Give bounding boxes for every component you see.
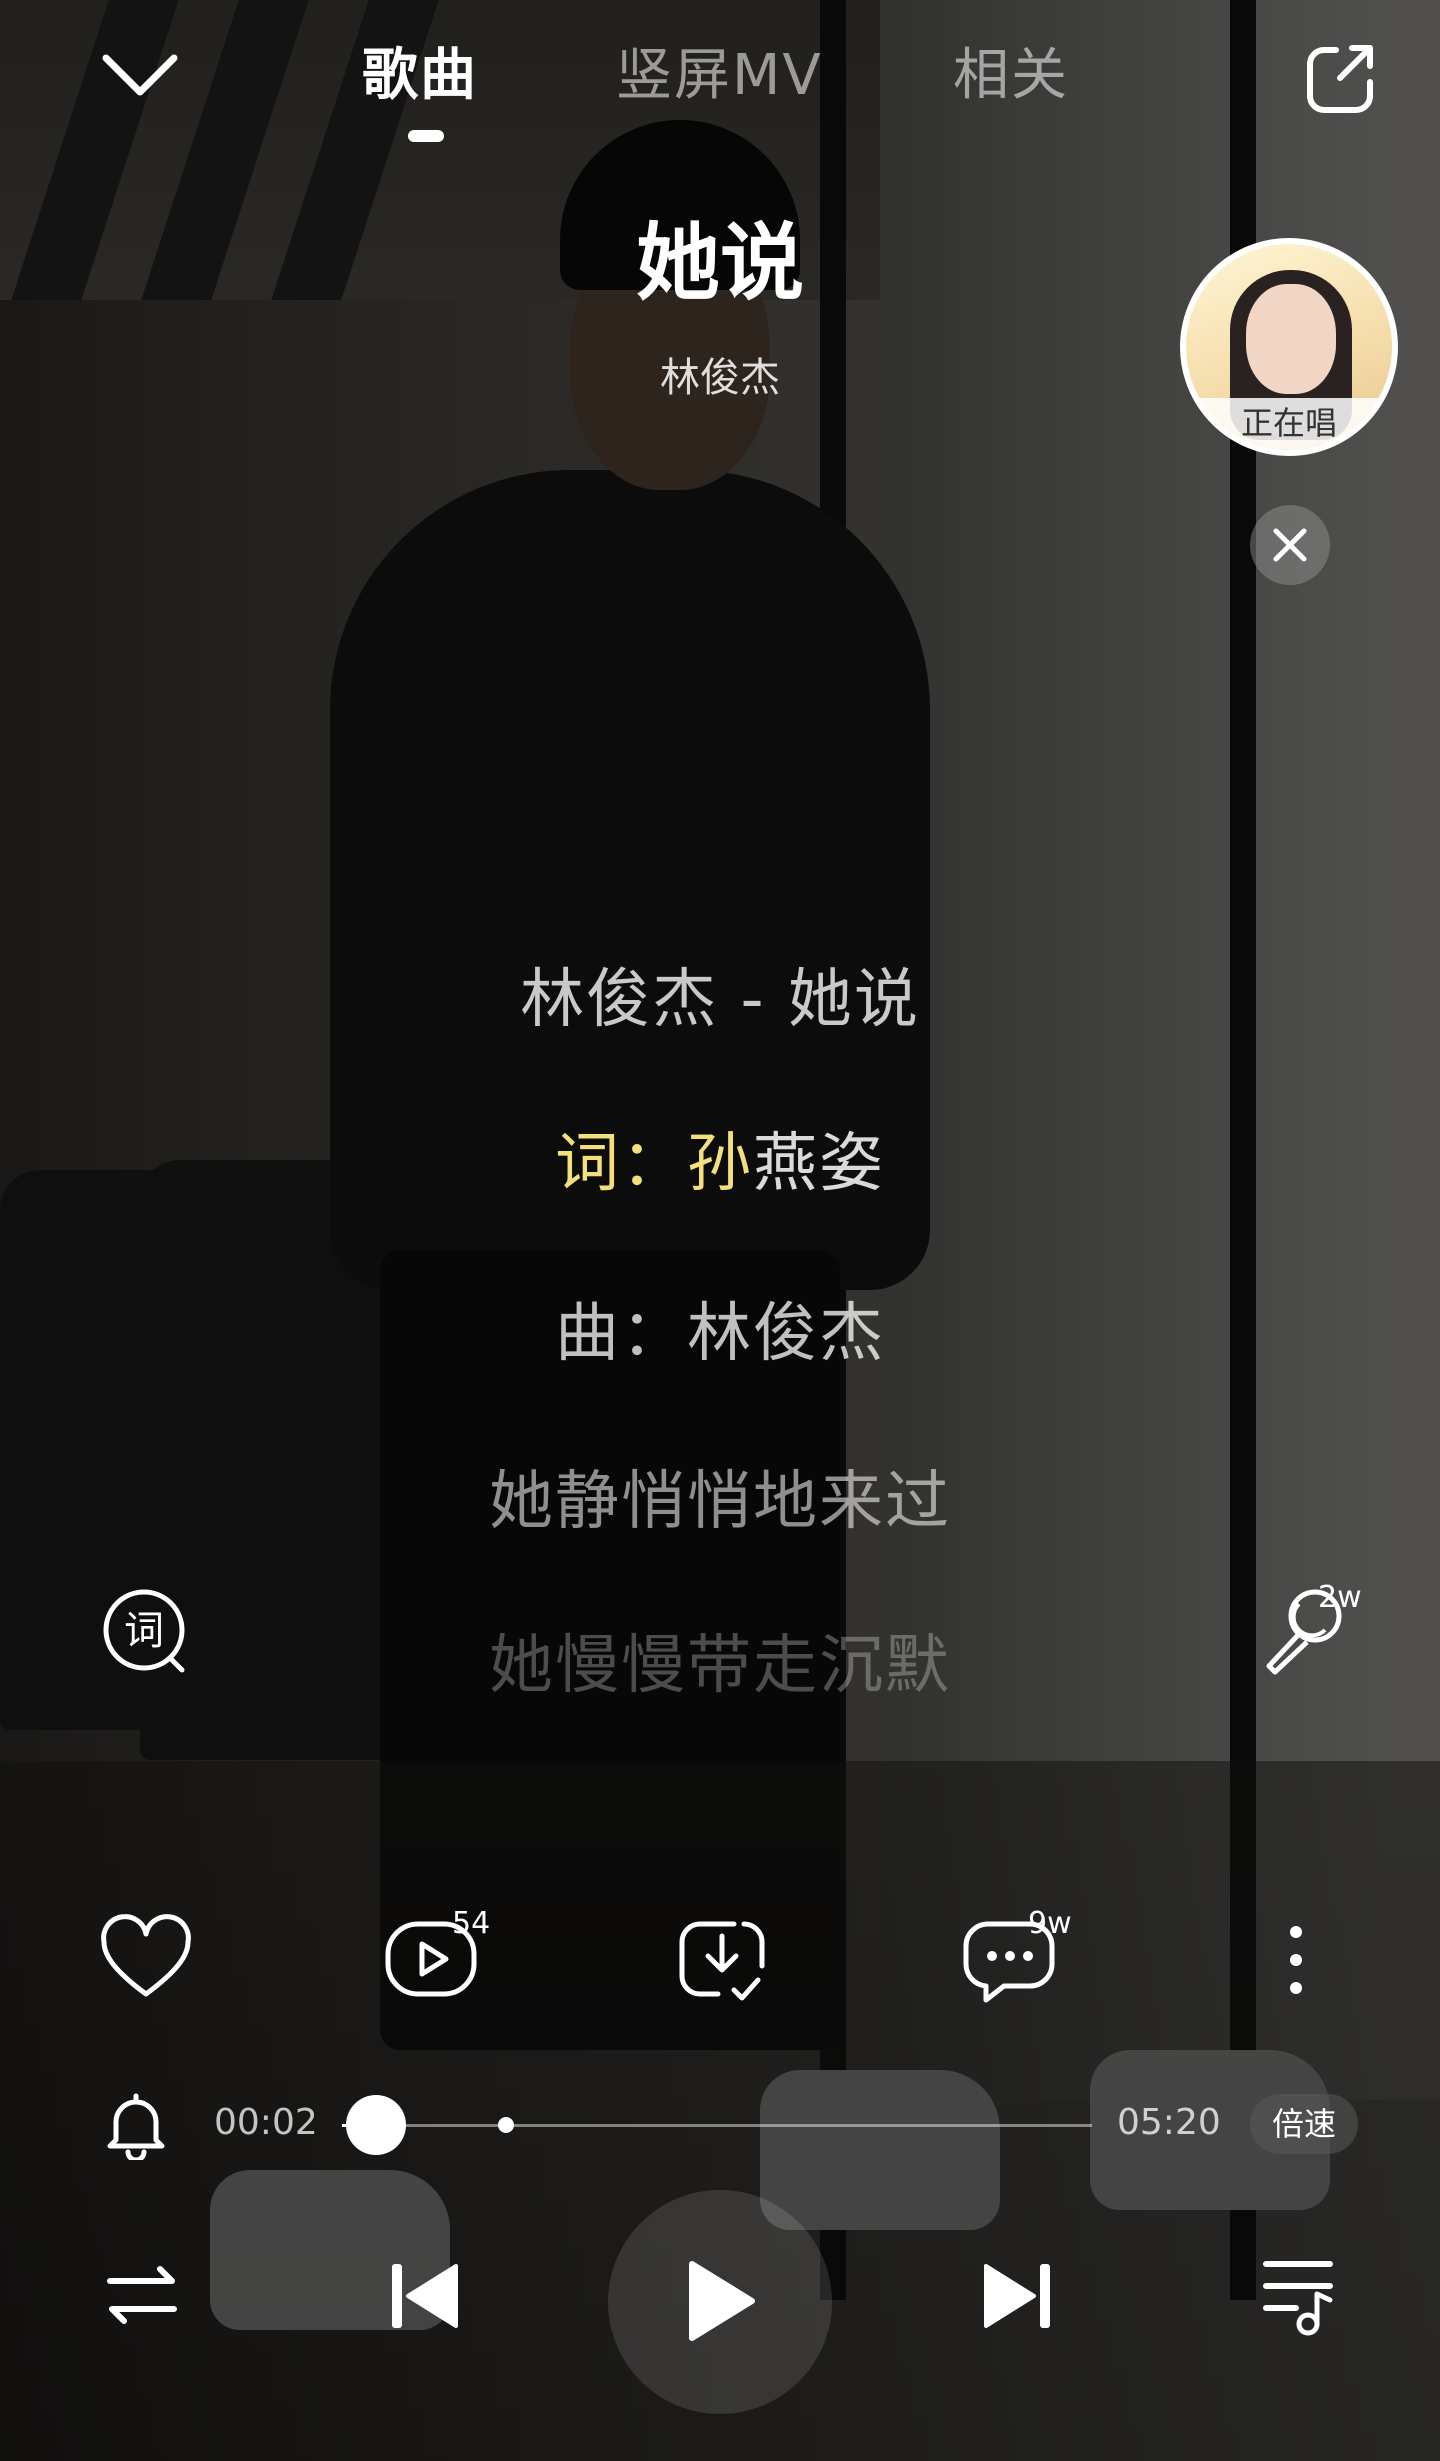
previous-icon[interactable] (384, 2256, 464, 2336)
tab-vertical-mv[interactable]: 竖屏MV (616, 30, 823, 111)
total-time: 05:20 (1117, 2102, 1221, 2143)
lyric-line: 曲：林俊杰 (555, 1297, 885, 1371)
shuffle-icon[interactable] (104, 2255, 180, 2335)
download-icon[interactable] (672, 1910, 772, 2010)
lyrics-icon[interactable]: 词 (100, 1586, 190, 1676)
mic-count: 2w (1318, 1580, 1362, 1615)
bell-icon[interactable] (106, 2090, 166, 2160)
playlist-icon[interactable] (1260, 2254, 1340, 2338)
speed-button[interactable]: 倍速 (1250, 2094, 1358, 2154)
lyric-line: 她慢慢带走沉默 (489, 1629, 951, 1703)
progress-knob[interactable] (346, 2095, 406, 2155)
play-icon[interactable] (680, 2256, 760, 2346)
tab-related[interactable]: 相关 (953, 30, 1069, 111)
share-icon[interactable] (1300, 38, 1380, 118)
next-icon[interactable] (978, 2256, 1058, 2336)
heart-icon[interactable] (96, 1910, 196, 2010)
progress-track[interactable] (342, 2124, 1092, 2127)
progress-marker (498, 2117, 514, 2133)
lyric-highlight: 词：孙 (555, 1127, 753, 1201)
tab-indicator (408, 130, 444, 142)
current-time: 00:02 (214, 2102, 318, 2143)
singing-now-avatar[interactable]: 正在唱 (1180, 238, 1398, 456)
lyric-line: 林俊杰 - 她说 (520, 963, 920, 1037)
tab-song[interactable]: 歌曲 (362, 30, 478, 111)
comment-count-badge: 9w (1028, 1906, 1072, 1941)
mv-count-badge: 54 (452, 1906, 491, 1941)
chevron-down-icon[interactable] (92, 42, 188, 112)
more-icon[interactable] (1246, 1910, 1346, 2010)
close-icon[interactable] (1250, 505, 1330, 585)
lyric-line-current: 词：孙燕姿 (0, 1112, 1440, 1204)
svg-text:词: 词 (124, 1608, 164, 1654)
singing-now-label: 正在唱 (1186, 398, 1392, 450)
lyric-line: 她静悄悄地来过 (489, 1465, 951, 1539)
lyric-rest: 燕姿 (753, 1127, 885, 1201)
